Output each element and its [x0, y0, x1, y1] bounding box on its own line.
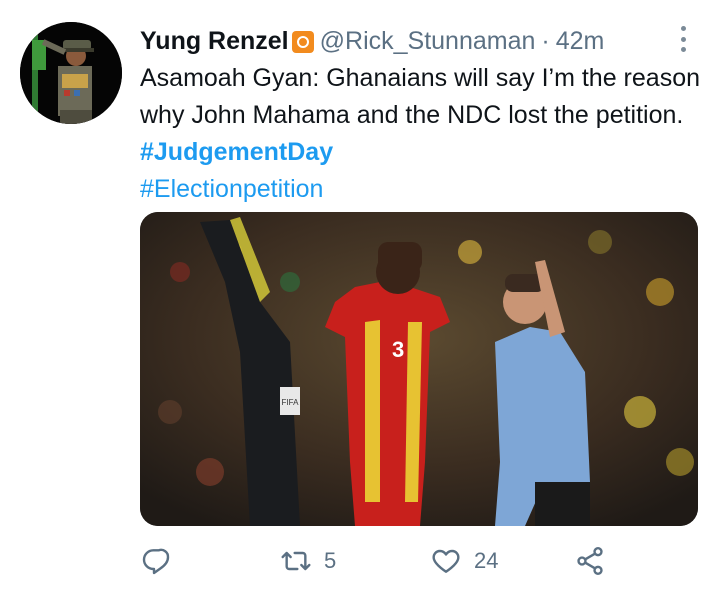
hashtag-judgementday[interactable]: #JudgementDay	[140, 138, 333, 166]
football-photo: FIFA 3	[140, 212, 698, 526]
tweet-media-photo[interactable]: FIFA 3	[140, 212, 698, 526]
orange-square-badge-icon	[291, 31, 314, 53]
tweet-body: Asamoah Gyan: Ghanaians will say I’m the…	[140, 64, 700, 129]
share-button[interactable]	[574, 545, 606, 577]
author-name[interactable]: Yung Renzel	[140, 27, 289, 56]
retweet-icon	[281, 551, 311, 571]
jersey-number: 3	[392, 337, 404, 362]
share-icon	[577, 547, 603, 575]
author-handle[interactable]: @Rick_Stunnaman	[320, 27, 536, 56]
avatar[interactable]	[20, 22, 122, 124]
tweet-time[interactable]: 42m	[556, 27, 605, 56]
hashtag-electionpetition[interactable]: #Electionpetition	[140, 171, 700, 208]
like-count: 24	[474, 548, 499, 573]
tweet-header: Yung Renzel @Rick_Stunnaman · 42m	[140, 24, 604, 58]
reply-button[interactable]	[140, 545, 172, 577]
retweet-button[interactable]: 5	[280, 545, 336, 577]
tweet-text: Asamoah Gyan: Ghanaians will say I’m the…	[140, 60, 700, 208]
like-button[interactable]: 24	[430, 545, 498, 577]
heart-icon	[432, 549, 460, 573]
avatar-image	[20, 22, 122, 124]
tweet-actions: 5 24	[140, 545, 610, 581]
more-vertical-icon[interactable]	[670, 26, 696, 52]
reply-icon	[142, 548, 170, 575]
separator: ·	[541, 26, 550, 55]
retweet-count: 5	[324, 548, 337, 573]
referee-badge-text: FIFA	[282, 398, 300, 407]
